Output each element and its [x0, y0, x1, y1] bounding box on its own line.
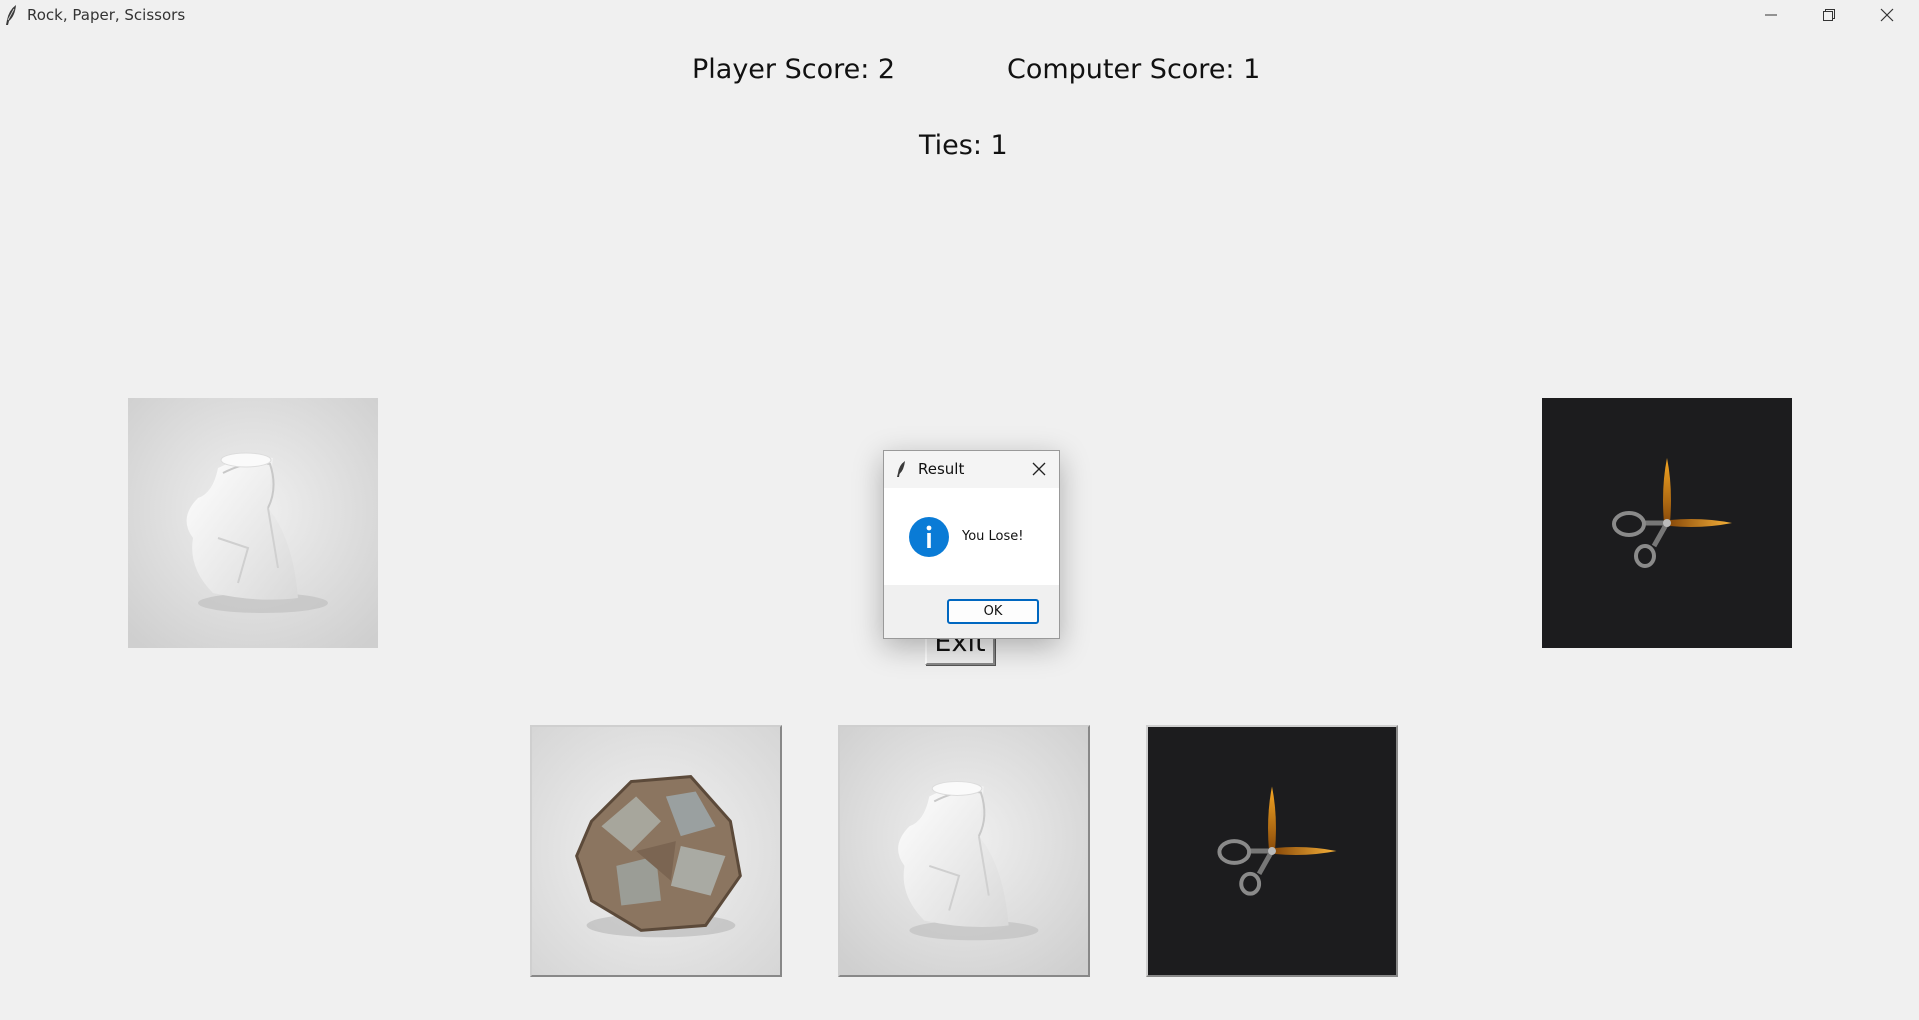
ties-count: Ties: 1	[919, 130, 1008, 161]
close-icon	[1880, 8, 1894, 22]
player-score: Player Score: 2	[692, 54, 896, 85]
paper-icon	[128, 398, 378, 648]
rock-button[interactable]	[530, 725, 782, 977]
close-button[interactable]	[1858, 0, 1916, 30]
restore-button[interactable]	[1800, 0, 1858, 30]
dialog-title: Result	[918, 460, 965, 478]
minimize-button[interactable]	[1742, 0, 1800, 30]
ok-button[interactable]: OK	[947, 599, 1039, 624]
dialog-close-icon[interactable]	[1030, 460, 1048, 478]
scissors-icon	[1542, 398, 1792, 648]
paper-button[interactable]	[838, 725, 1090, 977]
info-icon	[909, 517, 949, 557]
dialog-message: You Lose!	[962, 529, 1024, 544]
result-dialog: Result You Lose! OK	[883, 450, 1060, 639]
window-title: Rock, Paper, Scissors	[27, 6, 186, 24]
feather-icon	[897, 461, 905, 477]
computer-choice-image	[1542, 398, 1792, 648]
player-choice-image	[128, 398, 378, 648]
paper-icon	[840, 727, 1088, 975]
restore-icon	[1823, 9, 1835, 21]
scissors-button[interactable]	[1146, 725, 1398, 977]
minimize-icon	[1765, 14, 1777, 16]
computer-score: Computer Score: 1	[1007, 54, 1261, 85]
window-titlebar[interactable]: Rock, Paper, Scissors	[0, 0, 1919, 30]
scissors-icon	[1148, 727, 1396, 975]
ok-button-label: OK	[983, 604, 1003, 619]
feather-icon	[6, 5, 16, 25]
rock-icon	[532, 727, 780, 975]
